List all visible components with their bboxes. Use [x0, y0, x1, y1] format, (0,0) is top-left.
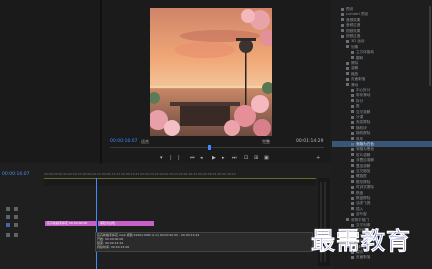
eye-icon[interactable]	[14, 215, 18, 219]
folder-icon	[346, 66, 349, 70]
work-area-bar[interactable]	[44, 178, 316, 179]
folder-icon	[341, 12, 344, 16]
playhead[interactable]	[96, 178, 97, 269]
transition-icon	[351, 147, 354, 151]
ruler-labels: 00:00:00:00 00:00:04:23 00:00:09:23 00:0…	[44, 172, 236, 176]
folder-icon	[346, 83, 349, 87]
folder-icon	[341, 34, 344, 38]
marker-icon[interactable]: ▾	[160, 155, 163, 161]
transition-clip[interactable]: 渐隐为白色	[98, 221, 154, 226]
duration-timecode: 00:01:14:29	[296, 139, 324, 144]
transition-icon	[351, 169, 354, 173]
folder-icon	[346, 61, 349, 65]
transition-icon	[351, 185, 354, 189]
zoom-select[interactable]: 适合	[141, 139, 149, 144]
folder-icon	[341, 29, 344, 33]
video-frame	[150, 8, 272, 136]
out-point-icon[interactable]: |	[178, 155, 180, 161]
transition-icon	[351, 50, 354, 54]
transition-icon	[351, 115, 354, 119]
clip-tooltip: 花卉新娘手捧花.mp4 视频:1920x1080 (1.0) 00:00:00:…	[95, 232, 313, 252]
lift-icon[interactable]: ⊡	[244, 155, 248, 161]
transition-icon	[351, 174, 354, 178]
transition-icon	[351, 126, 354, 130]
transition-icon	[351, 110, 354, 114]
scrub-track	[110, 147, 324, 148]
transition-icon	[351, 137, 354, 141]
folder-icon	[341, 18, 344, 22]
sunset-pier-image	[150, 8, 272, 136]
eye-icon[interactable]	[14, 223, 18, 227]
transition-icon	[351, 180, 354, 184]
video-clip[interactable]: 花卉新娘手捧花 00:00:00:00	[45, 221, 96, 226]
effects-scrollbar[interactable]	[429, 6, 431, 86]
source-panel	[0, 0, 100, 162]
track-headers	[2, 205, 42, 245]
transition-icon	[351, 164, 354, 168]
folder-icon	[341, 23, 344, 27]
extract-icon[interactable]: ⊞	[254, 155, 258, 161]
transition-icon	[351, 88, 354, 92]
folder-icon	[346, 39, 349, 43]
lock-icon[interactable]	[6, 207, 10, 211]
timeline-timecode[interactable]: 00:00:16:07	[2, 172, 29, 177]
folder-icon	[346, 45, 349, 49]
solo-icon[interactable]	[14, 233, 18, 237]
transition-icon	[351, 191, 354, 195]
go-to-in-icon[interactable]: ⏮	[190, 155, 195, 161]
transition-icon	[351, 120, 354, 124]
transition-icon	[351, 93, 354, 97]
transition-icon	[351, 212, 354, 216]
step-back-icon[interactable]: ◂	[200, 155, 203, 161]
clip-label: 渐隐为白色	[100, 221, 116, 225]
folder-icon	[346, 72, 349, 76]
transition-icon	[351, 255, 354, 259]
lock-icon[interactable]	[6, 215, 10, 219]
monitor-scrubber[interactable]	[110, 145, 324, 150]
in-point-icon[interactable]: |	[170, 155, 172, 161]
eye-icon[interactable]	[14, 207, 18, 211]
export-frame-icon[interactable]: ▣	[264, 155, 269, 161]
transition-icon	[351, 158, 354, 162]
go-to-out-icon[interactable]: ⏭	[232, 155, 237, 161]
transition-icon	[351, 142, 354, 146]
play-icon[interactable]: ▶	[212, 155, 216, 161]
transition-icon	[351, 207, 354, 211]
transition-icon	[351, 104, 354, 108]
scrub-handle[interactable]	[208, 145, 211, 150]
transition-icon	[351, 99, 354, 103]
folder-icon	[346, 77, 349, 81]
watermark: 最需教育	[311, 226, 411, 256]
transition-icon	[351, 153, 354, 157]
quality-select[interactable]: 完整	[262, 139, 270, 144]
transition-icon	[351, 131, 354, 135]
program-timecode[interactable]: 00:00:16:07	[110, 139, 137, 144]
add-icon[interactable]: +	[316, 155, 320, 161]
tooltip-line: 持续时间: 00:00:15:00	[97, 245, 130, 249]
folder-icon	[341, 7, 344, 11]
transition-icon	[351, 196, 354, 200]
transition-icon	[351, 56, 354, 60]
transition-icon	[351, 201, 354, 205]
step-forward-icon[interactable]: ▸	[222, 155, 225, 161]
clip-label: 花卉新娘手捧花 00:00:00:00	[47, 221, 88, 225]
lock-icon[interactable]	[6, 223, 10, 227]
timeline-ruler[interactable]: 00:00:00:00 00:00:04:23 00:00:09:23 00:0…	[44, 172, 316, 186]
mute-icon[interactable]	[6, 233, 10, 237]
transport-bar: ▾ | | ⏮ ◂ ▶ ▸ ⏭ ⊡ ⊞ ▣ +	[160, 155, 320, 162]
